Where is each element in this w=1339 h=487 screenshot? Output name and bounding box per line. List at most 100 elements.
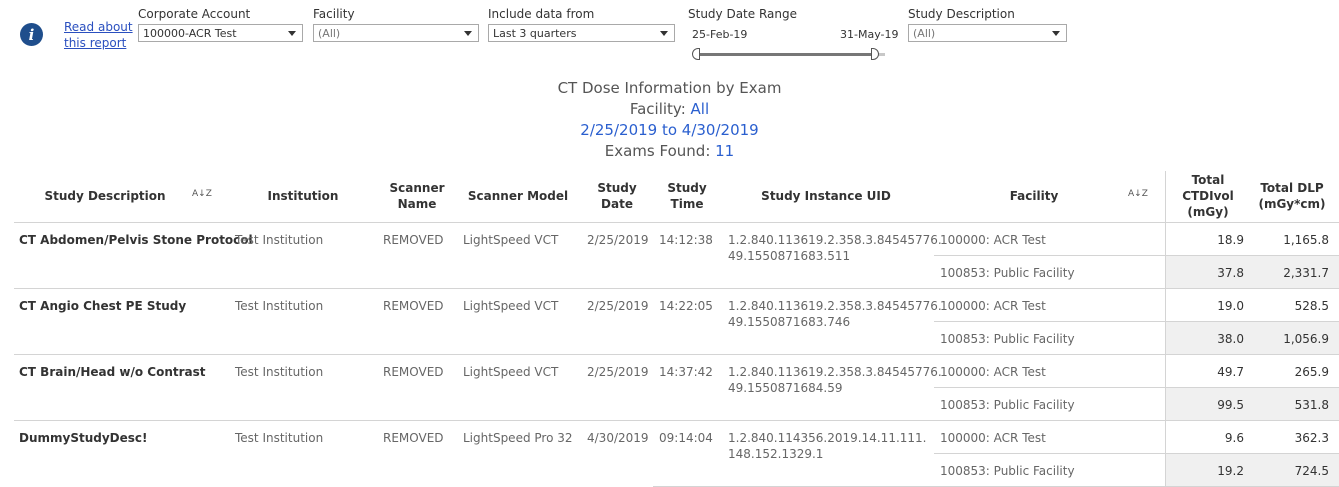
facility-cell: 100853: Public Facility <box>940 266 1075 280</box>
dlp-value: 2,331.7 <box>1283 266 1329 280</box>
col-header-total-dlp[interactable]: Total DLP (mGy*cm) <box>1252 180 1332 212</box>
study-uid-line2: 148.152.1329.1 <box>728 447 824 461</box>
exams-found-label: Exams Found: <box>604 142 716 160</box>
sub-row-divider <box>934 453 1339 454</box>
study-uid-line2: 49.1550871684.59 <box>728 381 843 395</box>
scanner-name-cell: REMOVED <box>383 365 444 379</box>
col-header-study-description[interactable]: Study Description <box>15 180 195 212</box>
dlp-value: 528.5 <box>1294 299 1329 313</box>
row-divider <box>14 354 1339 355</box>
facility-cell: 100000: ACR Test <box>940 365 1046 379</box>
scanner-model-cell: LightSpeed VCT <box>463 299 559 313</box>
chevron-down-icon <box>1052 31 1060 36</box>
scanner-name-cell: REMOVED <box>383 233 444 247</box>
study-uid-line1: 1.2.840.114356.2019.14.11.111. <box>728 431 927 445</box>
exams-found-value: 11 <box>715 142 735 160</box>
ctdivol-value: 37.8 <box>1217 266 1244 280</box>
ctdivol-value: 18.9 <box>1217 233 1244 247</box>
study-uid-line1: 1.2.840.113619.2.358.3.84545776. <box>728 233 942 247</box>
scanner-model-cell: LightSpeed Pro 32 <box>463 431 573 445</box>
chevron-down-icon <box>464 31 472 36</box>
dlp-value: 1,056.9 <box>1283 332 1329 346</box>
study-description-cell[interactable]: CT Abdomen/Pelvis Stone Protocol <box>19 233 253 247</box>
ctdivol-value: 99.5 <box>1217 398 1244 412</box>
study-date-cell: 4/30/2019 <box>587 431 649 445</box>
institution-cell: Test Institution <box>235 431 324 445</box>
study-date-cell: 2/25/2019 <box>587 365 649 379</box>
study-time-cell: 14:22:05 <box>659 299 713 313</box>
institution-cell: Test Institution <box>235 233 324 247</box>
facility-cell: 100853: Public Facility <box>940 464 1075 478</box>
sub-row-divider <box>934 387 1339 388</box>
scanner-model-cell: LightSpeed VCT <box>463 233 559 247</box>
info-icon[interactable]: i <box>20 23 43 46</box>
study-description-cell[interactable]: CT Angio Chest PE Study <box>19 299 186 313</box>
col-header-study-uid[interactable]: Study Instance UID <box>726 180 926 212</box>
institution-cell: Test Institution <box>235 365 324 379</box>
ctdivol-value: 19.2 <box>1217 464 1244 478</box>
sub-row-divider <box>934 321 1339 322</box>
sort-icon[interactable]: A↓Z <box>1128 190 1148 199</box>
date-range-start-handle[interactable] <box>692 48 700 60</box>
study-description-filter-value: (All) <box>913 27 936 40</box>
corporate-account-select[interactable]: 100000-ACR Test <box>138 24 303 42</box>
include-data-from-label: Include data from <box>488 7 595 21</box>
study-date-range-label: Study Date Range <box>688 7 797 21</box>
study-description-filter-label: Study Description <box>908 7 1015 21</box>
facility-filter-value: (All) <box>318 27 341 40</box>
col-header-scanner-model[interactable]: Scanner Model <box>462 180 574 212</box>
col-header-facility[interactable]: Facility <box>936 180 1132 212</box>
study-date-cell: 2/25/2019 <box>587 233 649 247</box>
scanner-name-cell: REMOVED <box>383 431 444 445</box>
study-description-select[interactable]: (All) <box>908 24 1067 42</box>
study-time-cell: 14:12:38 <box>659 233 713 247</box>
col-header-institution[interactable]: Institution <box>232 180 374 212</box>
ctdivol-value: 9.6 <box>1224 431 1244 445</box>
report-facility-value: All <box>690 100 710 118</box>
corporate-account-label: Corporate Account <box>138 7 251 21</box>
scanner-name-cell: REMOVED <box>383 299 444 313</box>
study-uid-line1: 1.2.840.113619.2.358.3.84545776. <box>728 365 942 379</box>
facility-select[interactable]: (All) <box>313 24 479 42</box>
chevron-down-icon <box>288 31 296 36</box>
facility-cell: 100853: Public Facility <box>940 398 1075 412</box>
ctdivol-value: 49.7 <box>1217 365 1244 379</box>
study-uid-line2: 49.1550871683.746 <box>728 315 851 329</box>
col-header-study-time[interactable]: Study Time <box>656 180 718 212</box>
dlp-value: 1,165.8 <box>1283 233 1329 247</box>
study-description-cell[interactable]: CT Brain/Head w/o Contrast <box>19 365 206 379</box>
chevron-down-icon <box>660 31 668 36</box>
study-date-cell: 2/25/2019 <box>587 299 649 313</box>
report-facility-label: Facility: <box>629 100 691 118</box>
row-divider <box>14 420 1339 421</box>
study-time-cell: 14:37:42 <box>659 365 713 379</box>
sort-icon[interactable]: A↓Z <box>192 190 212 199</box>
facility-cell: 100000: ACR Test <box>940 233 1046 247</box>
report-facility-line: Facility: All <box>0 100 1339 118</box>
read-about-report-link[interactable]: Read about this report <box>64 19 134 51</box>
col-header-total-ctdivol[interactable]: Total CTDIvol (mGy) <box>1168 173 1248 219</box>
ctdivol-value: 38.0 <box>1217 332 1244 346</box>
facility-cell: 100000: ACR Test <box>940 431 1046 445</box>
include-data-from-select[interactable]: Last 3 quarters <box>488 24 675 42</box>
corporate-account-value: 100000-ACR Test <box>143 27 237 40</box>
dlp-value: 724.5 <box>1294 464 1329 478</box>
facility-cell: 100000: ACR Test <box>940 299 1046 313</box>
date-range-slider-fill <box>697 53 873 56</box>
report-title: CT Dose Information by Exam <box>557 79 782 97</box>
dlp-value: 362.3 <box>1294 431 1329 445</box>
study-time-cell: 09:14:04 <box>659 431 713 445</box>
col-header-scanner-name[interactable]: Scanner Name <box>380 180 454 212</box>
col-header-study-date[interactable]: Study Date <box>584 180 650 212</box>
facility-cell: 100853: Public Facility <box>940 332 1075 346</box>
scanner-model-cell: LightSpeed VCT <box>463 365 559 379</box>
report-date-range: 2/25/2019 to 4/30/2019 <box>580 121 759 139</box>
date-range-end-handle[interactable] <box>871 48 879 60</box>
dlp-value: 265.9 <box>1294 365 1329 379</box>
institution-cell: Test Institution <box>235 299 324 313</box>
study-uid-line2: 49.1550871683.511 <box>728 249 851 263</box>
date-range-start: 25-Feb-19 <box>692 28 748 41</box>
date-range-end: 31-May-19 <box>840 28 899 41</box>
facility-filter-label: Facility <box>313 7 355 21</box>
study-description-cell[interactable]: DummyStudyDesc! <box>19 431 148 445</box>
